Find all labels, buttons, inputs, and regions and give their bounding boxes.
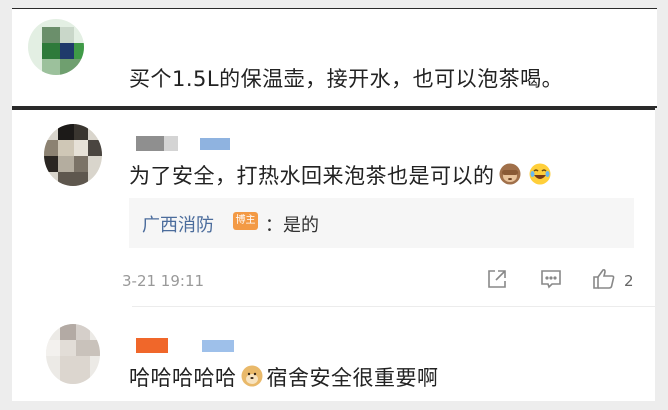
- reply-preview[interactable]: 广西消防 博主 ：是的: [129, 198, 634, 248]
- username-blurred[interactable]: [136, 136, 164, 151]
- avatar[interactable]: [28, 19, 84, 75]
- doge-icon: [240, 364, 264, 393]
- username-blurred: [164, 136, 178, 151]
- divider: [132, 306, 655, 307]
- see-no-evil-monkey-icon: [498, 162, 522, 191]
- comment-text: 哈哈哈哈哈 宿舍安全很重要啊: [129, 362, 439, 393]
- comment-text: 为了安全，打热水回来泡茶也是可以的: [129, 160, 555, 191]
- comment-icon[interactable]: [540, 268, 562, 294]
- comment-timestamp: 3-21 19:11: [122, 272, 205, 290]
- avatar[interactable]: [44, 124, 102, 186]
- reply-username[interactable]: 广西消防: [142, 211, 214, 237]
- comment-item-top: 买个1.5L的保温壶，接开水，也可以泡茶喝。: [12, 8, 657, 108]
- comment-text-content: 宿舍安全很重要啊: [266, 366, 439, 390]
- user-tag-blurred: [200, 138, 230, 150]
- user-tag-blurred: [202, 340, 234, 352]
- avatar[interactable]: [46, 324, 100, 384]
- comment-text-content: 哈哈哈哈哈: [129, 366, 237, 390]
- reply-text: ：是的: [265, 215, 319, 236]
- like-count: 2: [624, 272, 634, 290]
- comment-text-content: 为了安全，打热水回来泡茶也是可以的: [129, 164, 495, 188]
- username-blurred[interactable]: [136, 338, 168, 353]
- like-icon[interactable]: [592, 268, 616, 294]
- share-icon[interactable]: [486, 268, 508, 294]
- comment-item: 为了安全，打热水回来泡茶也是可以的 广西消防 博主 ：是的 3-21 19:11: [12, 108, 655, 401]
- laughing-tears-icon: [528, 162, 552, 191]
- comment-text: 买个1.5L的保温壶，接开水，也可以泡茶喝。: [129, 67, 564, 91]
- blogger-badge: 博主: [233, 212, 258, 230]
